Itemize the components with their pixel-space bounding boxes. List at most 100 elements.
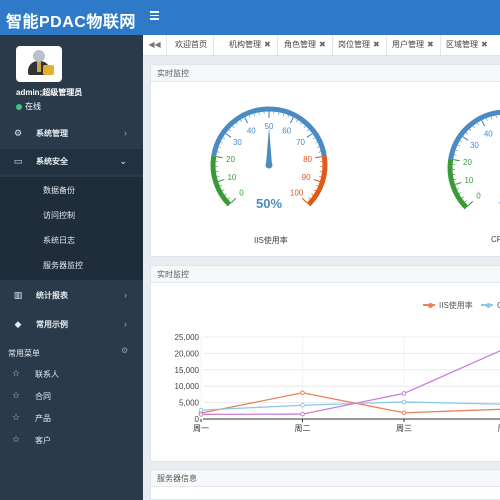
gauge-tick bbox=[477, 122, 479, 126]
gauge-tick bbox=[300, 122, 303, 125]
gauge-tick bbox=[303, 125, 306, 129]
top-header: 智能PDAC物联网 bbox=[0, 0, 500, 35]
favorite-item-contract[interactable]: ☆ 合同 bbox=[0, 390, 143, 410]
gauge-tick bbox=[249, 115, 251, 118]
gauge-needle-hub bbox=[265, 161, 273, 169]
favorite-label: 合同 bbox=[35, 392, 51, 401]
gears-icon: ⚙ bbox=[13, 128, 23, 138]
sidebar-item-reports[interactable]: ▥ 统计报表 › bbox=[0, 283, 143, 308]
gauge-tick bbox=[486, 118, 488, 121]
gauge-tick bbox=[453, 159, 460, 162]
series-point bbox=[300, 390, 305, 396]
panel-title: 实时监控 bbox=[151, 266, 500, 283]
favorite-item-contacts[interactable]: ☆ 联系人 bbox=[0, 368, 143, 388]
sidebar-item-label: 系统安全 bbox=[36, 157, 68, 166]
y-tick-label: 5,000 bbox=[179, 399, 200, 408]
sidebar-item-examples[interactable]: ◆ 常用示例 › bbox=[0, 312, 143, 337]
gauge-tick-label: 40 bbox=[247, 126, 256, 135]
sidebar: admin;超级管理员 在线 ⚙ 系统管理 › ▭ 系统安全 ⌄ 数据备份 访问… bbox=[0, 35, 143, 500]
tab-role[interactable]: 角色管理 ✖ bbox=[278, 35, 333, 55]
gauge-canvas: 010203040506070809010050%010203040506070… bbox=[210, 106, 500, 214]
gauge-tick bbox=[289, 117, 294, 124]
submenu-item-server-monitor[interactable]: 服务器监控 bbox=[43, 260, 83, 271]
series-point bbox=[198, 407, 204, 413]
tag-icon: ◆ bbox=[14, 319, 22, 329]
chevron-right-icon: › bbox=[124, 290, 127, 300]
gauge-tick bbox=[467, 200, 474, 207]
gauge-tick bbox=[315, 156, 322, 159]
favorite-item-product[interactable]: ☆ 产品 bbox=[0, 412, 143, 432]
tab-label: 岗位管理 bbox=[338, 40, 370, 49]
gauge-tick-label: 20 bbox=[463, 158, 472, 167]
gauge-tick bbox=[455, 149, 459, 152]
gauge-tick bbox=[465, 132, 468, 135]
gauge-tick bbox=[232, 125, 235, 129]
favorite-label: 客户 bbox=[35, 436, 51, 445]
gauge-tick bbox=[472, 125, 475, 128]
realtime-chart-panel: 实时监控 IIS使用率 C 25,000 20,000 15,000 10,000 5,… bbox=[150, 265, 500, 462]
x-tick-label: 周二 bbox=[295, 424, 311, 433]
tab-region[interactable]: 区域管理 ✖ bbox=[440, 35, 494, 55]
gauge-label-cpu: CF bbox=[491, 235, 500, 244]
gear-icon[interactable]: ⚙ bbox=[121, 346, 128, 355]
tab-welcome[interactable]: 欢迎首页 bbox=[169, 35, 214, 55]
x-tick-label: 周三 bbox=[396, 424, 412, 433]
user-status-label: 在线 bbox=[25, 102, 41, 111]
realtime-gauge-panel: 实时监控 010203040506070809010050%0102030405… bbox=[150, 64, 500, 257]
y-tick-label: 15,000 bbox=[175, 366, 200, 375]
gauge-tick bbox=[318, 151, 321, 153]
gauge-tick bbox=[307, 129, 310, 132]
favorite-item-customer[interactable]: ☆ 客户 bbox=[0, 434, 143, 454]
gauge-tick bbox=[218, 146, 222, 149]
tab-post[interactable]: 岗位管理 ✖ bbox=[332, 35, 387, 55]
menu-toggle-icon[interactable] bbox=[150, 9, 166, 25]
gauge-needle bbox=[266, 127, 272, 165]
gauge-tick bbox=[219, 184, 223, 187]
series-point bbox=[300, 402, 305, 408]
gauge-tick bbox=[315, 141, 318, 144]
avatar[interactable] bbox=[16, 46, 62, 82]
close-icon[interactable]: ✖ bbox=[373, 40, 380, 49]
series-line bbox=[200, 401, 500, 411]
tab-label: 欢迎首页 bbox=[175, 40, 207, 49]
chevron-right-icon: › bbox=[124, 128, 127, 138]
submenu-item-backup[interactable]: 数据备份 bbox=[43, 185, 75, 196]
tab-label: 机构管理 bbox=[229, 40, 261, 49]
gauge-tick bbox=[296, 119, 298, 123]
sidebar-item-system-management[interactable]: ⚙ 系统管理 › bbox=[0, 121, 143, 146]
gauge-tick-label: 50 bbox=[265, 122, 274, 131]
gauge-tick-label: 20 bbox=[226, 155, 235, 164]
submenu-system-security: 数据备份 访问控制 系统日志 服务器监控 bbox=[0, 177, 143, 280]
tab-label: 用户管理 bbox=[392, 40, 424, 49]
gauge-tick bbox=[308, 197, 311, 200]
online-dot-icon bbox=[16, 104, 22, 110]
gauge-tick bbox=[253, 113, 256, 117]
gauge-tick bbox=[462, 136, 469, 141]
monitor-icon: ▭ bbox=[13, 156, 23, 166]
bar-chart-icon: ▥ bbox=[13, 290, 23, 300]
tab-scroll-left-icon[interactable]: ◀◀ bbox=[143, 35, 167, 55]
y-tick-label: 10,000 bbox=[175, 382, 200, 391]
gauge-label-iis: IIS使用率 bbox=[254, 236, 288, 245]
chevron-right-icon: › bbox=[124, 319, 127, 329]
tab-label: 区域管理 bbox=[446, 40, 478, 49]
submenu-item-access-control[interactable]: 访问控制 bbox=[43, 210, 75, 221]
panel-title: 服务器信息 bbox=[151, 470, 500, 487]
gauge-tick bbox=[454, 154, 457, 156]
gauge-tick bbox=[312, 137, 316, 140]
user-status: 在线 bbox=[16, 101, 41, 112]
close-icon[interactable]: ✖ bbox=[264, 40, 271, 49]
tab-org[interactable]: 机构管理 ✖ bbox=[223, 35, 278, 55]
gauge-tick-label: 30 bbox=[470, 141, 479, 150]
submenu-item-system-log[interactable]: 系统日志 bbox=[43, 235, 75, 246]
tab-user[interactable]: 用户管理 ✖ bbox=[386, 35, 441, 55]
y-tick-label: 20,000 bbox=[175, 349, 200, 358]
line-chart: 25,00020,00015,00010,0005,0000周一周二周三周四 bbox=[175, 333, 500, 433]
gauge-tick bbox=[225, 133, 232, 138]
gauge-tick-label: 10 bbox=[464, 176, 473, 185]
tab-label: 角色管理 bbox=[284, 40, 316, 49]
close-icon[interactable]: ✖ bbox=[481, 40, 488, 49]
close-icon[interactable]: ✖ bbox=[319, 40, 326, 49]
close-icon[interactable]: ✖ bbox=[427, 40, 434, 49]
sidebar-item-system-security[interactable]: ▭ 系统安全 ⌄ bbox=[0, 149, 143, 174]
